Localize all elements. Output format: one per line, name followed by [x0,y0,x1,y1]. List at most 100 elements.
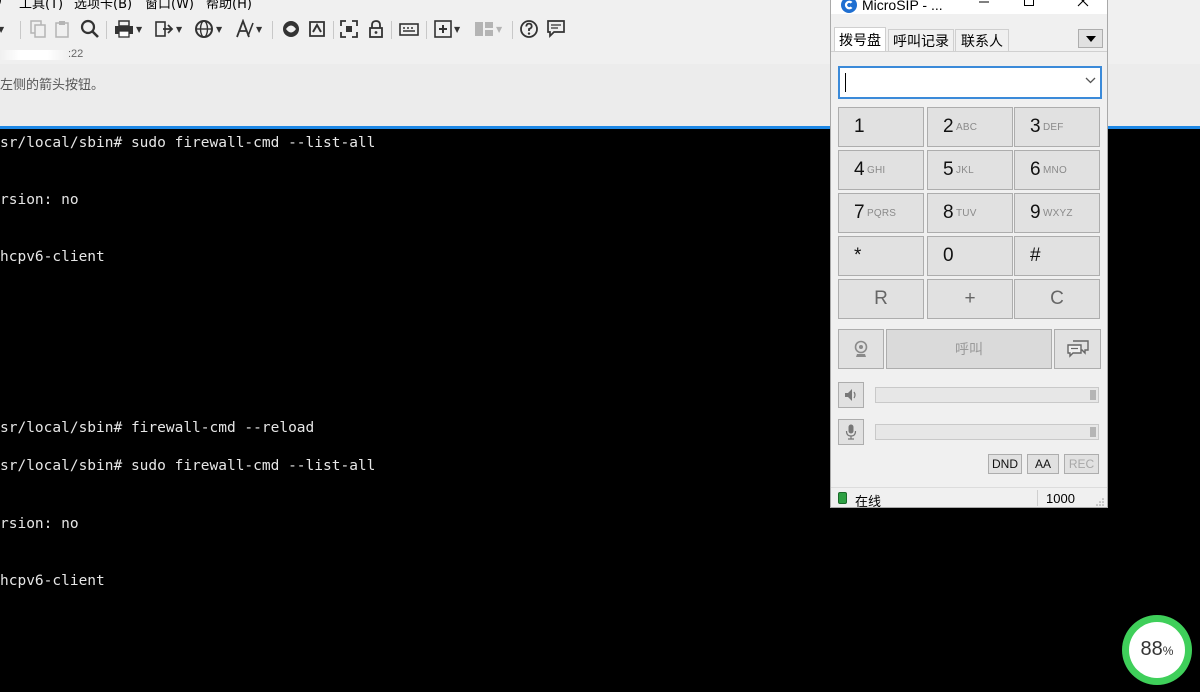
clear-button[interactable]: C [1014,279,1100,319]
account-number: 1000 [1046,491,1075,506]
key-digit: 3 [1030,116,1041,137]
tab-dialpad[interactable]: 拨号盘 [834,27,886,51]
find-icon[interactable] [80,19,100,39]
message-icon [1066,340,1089,358]
microphone-button[interactable] [838,419,864,445]
toolbar-separator [512,21,513,39]
plus-label: + [964,288,976,309]
tab-contacts[interactable]: 联系人 [955,29,1009,51]
keyboard-icon[interactable] [399,19,419,39]
redial-button[interactable]: R [838,279,924,319]
key-4[interactable]: 4 GHI [838,150,924,190]
script-icon[interactable] [307,19,327,39]
status-led-icon [838,492,847,504]
key-hash[interactable]: # [1014,236,1100,276]
session-icon[interactable] [281,19,301,39]
minimize-icon[interactable] [974,0,994,14]
key-digit: 0 [943,245,954,266]
key-8[interactable]: 8 TUV [927,193,1013,233]
record-button[interactable]: REC [1064,454,1099,474]
layout-icon[interactable]: ▼ [474,19,502,39]
message-button[interactable] [1054,329,1101,369]
paste-icon[interactable] [54,19,72,39]
font-icon[interactable]: ▼ [234,19,262,39]
chevron-down-icon[interactable] [1085,77,1096,84]
menu-item-tools[interactable]: 工具(T) [19,0,63,12]
key-digit: 6 [1030,159,1041,180]
plus-button[interactable]: + [927,279,1013,319]
key-star[interactable]: * [838,236,924,276]
number-input[interactable] [844,70,1078,97]
call-button[interactable]: 呼叫 [886,329,1052,369]
number-combo[interactable] [838,66,1102,99]
dialpad-panel: 1 2 ABC 3 DEF 4 GHI 5 JKL 6 MNO 7 PQRS 8… [831,52,1107,487]
blurred-session-name [0,50,68,60]
slider-thumb[interactable] [1090,427,1096,437]
session-time: :22 [68,48,84,60]
toolbar-separator [272,21,273,39]
key-3[interactable]: 3 DEF [1014,107,1100,147]
transfer-icon[interactable]: ▼ [154,19,182,39]
auto-answer-button[interactable]: AA [1027,454,1059,474]
menu-item-window[interactable]: 窗口(W) [145,0,194,12]
key-letters: PQRS [867,208,897,219]
key-6[interactable]: 6 MNO [1014,150,1100,190]
microsip-logo-icon [841,0,857,13]
key-0[interactable]: 0 [927,236,1013,276]
video-call-button[interactable] [838,329,884,369]
key-digit: * [854,245,862,266]
dropdown-arrow-icon[interactable]: ▼ [0,19,4,39]
key-9[interactable]: 9 WXYZ [1014,193,1100,233]
speaker-button[interactable] [838,382,864,408]
menu-item-tabs[interactable]: 选项卡(B) [74,0,132,12]
menu-item-partial[interactable]: ) [0,0,2,8]
new-tab-icon[interactable]: ▼ [434,19,460,39]
toolbar-separator [20,21,21,39]
key-digit: 2 [943,116,954,137]
terminal-line: sr/local/sbin# sudo firewall-cmd --list-… [0,135,376,151]
dnd-button[interactable]: DND [988,454,1022,474]
menu-dropdown-button[interactable] [1078,29,1103,48]
clear-label: C [1050,288,1064,309]
title-bar[interactable]: MicroSIP - ... [831,0,1107,14]
memory-usage-meter[interactable]: 88% [1119,612,1195,688]
slider-thumb[interactable] [1090,390,1096,400]
key-letters: ABC [956,122,978,133]
key-letters: MNO [1043,165,1067,176]
meter-number: 88 [1140,638,1163,660]
key-letters: DEF [1043,122,1064,133]
fullscreen-icon[interactable] [340,19,358,39]
close-icon[interactable] [1073,0,1093,14]
microphone-volume-slider[interactable] [875,424,1099,440]
key-letters: JKL [956,165,974,176]
info-text: 击左侧的箭头按钮。 [0,78,105,93]
key-digit: 4 [854,159,865,180]
help-icon[interactable] [519,19,539,39]
terminal-line: rsion: no [0,192,79,208]
lock-icon[interactable] [368,19,384,39]
tab-call-history[interactable]: 呼叫记录 [888,29,954,51]
print-icon[interactable]: ▼ [114,19,142,39]
speaker-volume-slider[interactable] [875,387,1099,403]
status-text: 在线 [855,494,882,508]
resize-grip-icon[interactable] [1096,498,1104,506]
window-title: MicroSIP - ... [862,0,943,13]
chat-icon[interactable] [546,19,566,39]
key-2[interactable]: 2 ABC [927,107,1013,147]
maximize-icon[interactable] [1019,0,1039,14]
meter-unit: % [1162,644,1174,658]
menu-item-help[interactable]: 帮助(H) [206,0,252,12]
key-digit: 9 [1030,202,1041,223]
terminal-line: hcpv6-client [0,249,105,265]
globe-icon[interactable]: ▼ [194,19,222,39]
text-caret [845,73,846,92]
key-1[interactable]: 1 [838,107,924,147]
copy-icon[interactable] [29,19,47,39]
toolbar-separator [333,21,334,39]
key-5[interactable]: 5 JKL [927,150,1013,190]
key-digit: 7 [854,202,865,223]
key-letters: GHI [867,165,886,176]
toolbar-separator [106,21,107,39]
microphone-icon [845,424,857,440]
key-7[interactable]: 7 PQRS [838,193,924,233]
